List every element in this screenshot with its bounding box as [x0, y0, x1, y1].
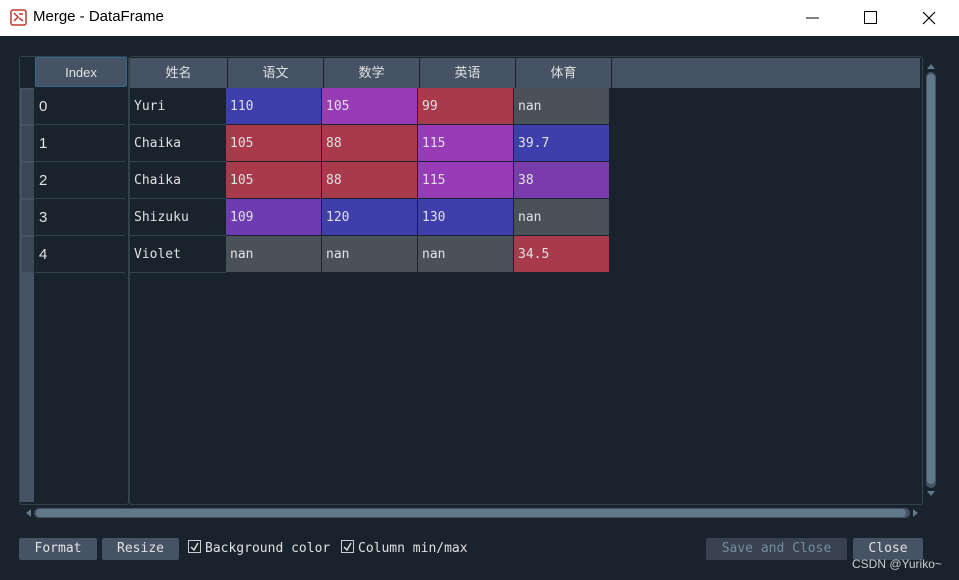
column-header[interactable]: 英语	[420, 58, 516, 88]
title-bar: Merge - DataFrame	[0, 0, 959, 36]
row-marker	[22, 163, 34, 198]
index-cell[interactable]: 4	[35, 236, 125, 273]
column-header[interactable]: 姓名	[130, 58, 228, 88]
table-cell[interactable]: 38	[514, 162, 610, 199]
row-marker	[22, 237, 34, 272]
column-minmax-checkbox[interactable]: Column min/max	[341, 540, 468, 558]
scroll-left-icon[interactable]	[24, 508, 32, 518]
maximize-icon	[864, 11, 877, 24]
header-filler	[612, 58, 920, 88]
watermark: CSDN @Yuriko~	[852, 557, 942, 571]
column-header[interactable]: 体育	[516, 58, 612, 88]
table-cell[interactable]: 115	[418, 125, 514, 162]
row-marker	[22, 126, 34, 161]
table-cell[interactable]: nan	[226, 236, 322, 273]
close-icon	[922, 11, 936, 25]
save-and-close-button[interactable]: Save and Close	[706, 538, 847, 560]
spyder-app-icon	[10, 9, 27, 26]
table-cell[interactable]: Chaika	[130, 125, 228, 162]
resize-button[interactable]: Resize	[102, 538, 179, 560]
row-marker	[22, 200, 34, 235]
index-cell[interactable]: 2	[35, 162, 125, 199]
checkbox-label: Background color	[205, 541, 331, 556]
table-cell[interactable]: 120	[322, 199, 418, 236]
table-cell[interactable]: nan	[418, 236, 514, 273]
index-cell[interactable]: 0	[35, 88, 125, 125]
checkbox-checked-icon	[341, 540, 354, 553]
scroll-right-icon[interactable]	[912, 508, 920, 518]
table-cell[interactable]: 88	[322, 125, 418, 162]
table-cell[interactable]: 105	[226, 162, 322, 199]
table-cell[interactable]: 39.7	[514, 125, 610, 162]
table-cell[interactable]: nan	[514, 88, 610, 125]
table-cell[interactable]: 88	[322, 162, 418, 199]
format-button[interactable]: Format	[19, 538, 97, 560]
background-color-checkbox[interactable]: Background color	[188, 540, 330, 558]
table-cell[interactable]: 105	[322, 88, 418, 125]
checkbox-checked-icon	[188, 540, 201, 553]
table-cell[interactable]: 130	[418, 199, 514, 236]
minimize-icon	[806, 17, 819, 19]
table-cell[interactable]: Yuri	[130, 88, 228, 125]
table-cell[interactable]: Chaika	[130, 162, 228, 199]
table-cell[interactable]: nan	[322, 236, 418, 273]
scroll-up-icon[interactable]	[926, 62, 936, 70]
table-cell[interactable]: 34.5	[514, 236, 610, 273]
scroll-thumb[interactable]	[927, 74, 935, 484]
horizontal-scrollbar[interactable]	[22, 506, 922, 520]
table-cell[interactable]: Violet	[130, 236, 228, 273]
table-cell[interactable]: 115	[418, 162, 514, 199]
table-cell[interactable]: nan	[514, 199, 610, 236]
index-cell[interactable]: 3	[35, 199, 125, 236]
index-header[interactable]: Index	[35, 57, 127, 87]
column-header[interactable]: 数学	[324, 58, 420, 88]
close-window-button[interactable]	[900, 0, 958, 36]
row-marker	[22, 89, 34, 124]
scroll-down-icon[interactable]	[926, 490, 936, 498]
vertical-scrollbar[interactable]	[924, 60, 938, 500]
table-cell[interactable]: 110	[226, 88, 322, 125]
column-header[interactable]: 语文	[228, 58, 324, 88]
table-cell[interactable]: Shizuku	[130, 199, 228, 236]
table-cell[interactable]: 99	[418, 88, 514, 125]
scroll-thumb[interactable]	[36, 509, 906, 517]
table-cell[interactable]: 105	[226, 125, 322, 162]
table-cell[interactable]: 109	[226, 199, 322, 236]
checkbox-label: Column min/max	[358, 541, 468, 556]
maximize-button[interactable]	[842, 0, 900, 36]
index-cell[interactable]: 1	[35, 125, 125, 162]
window-title: Merge - DataFrame	[33, 8, 164, 25]
minimize-button[interactable]	[784, 0, 842, 36]
